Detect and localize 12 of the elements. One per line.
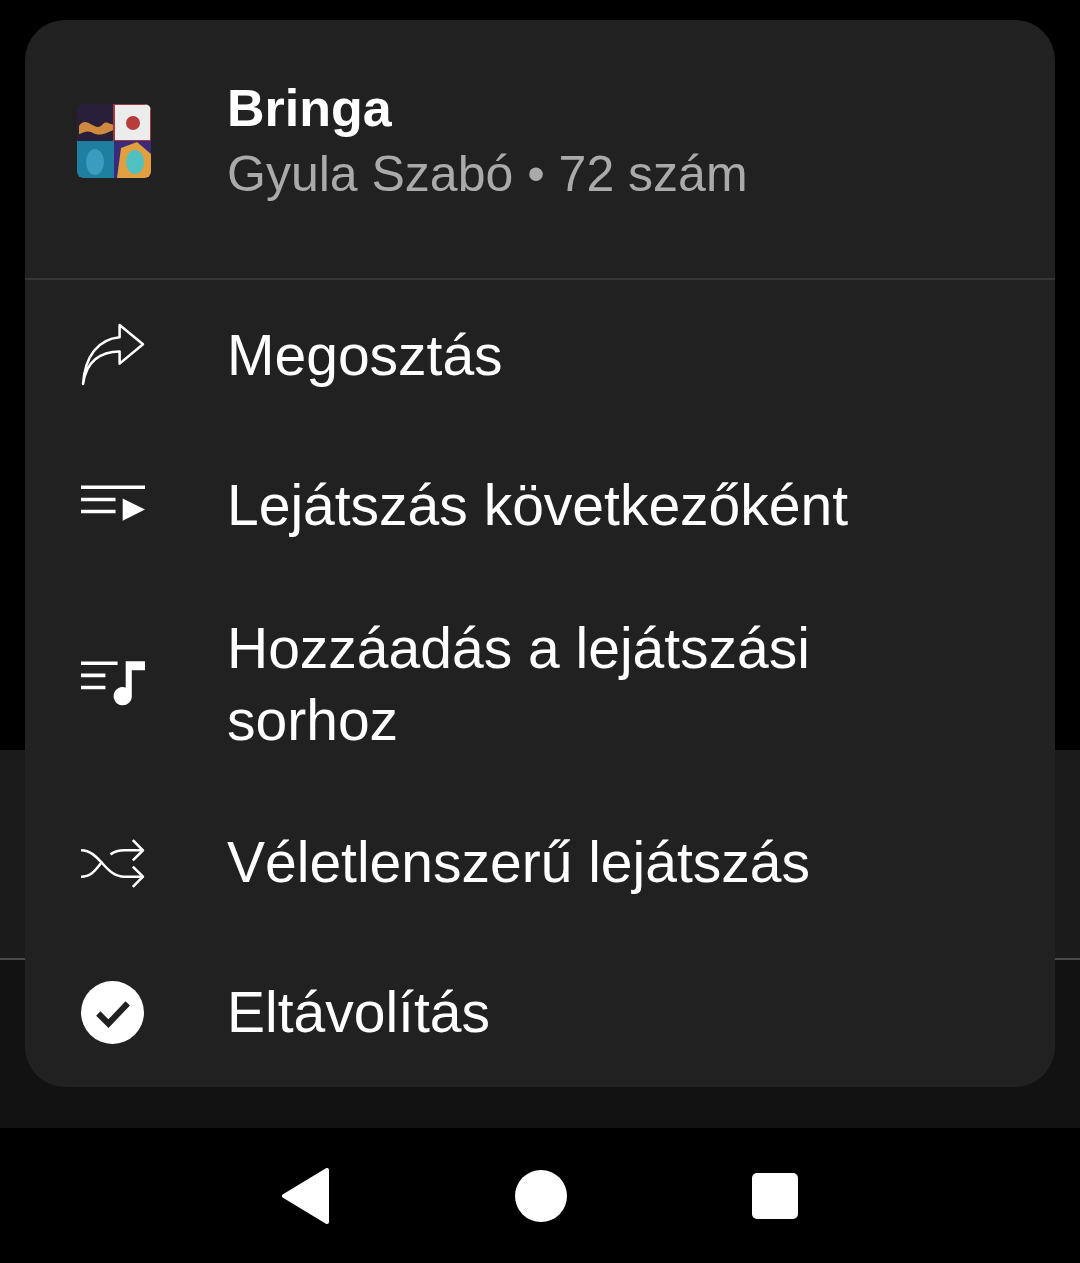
menu-item[interactable]: Hozzáadás a lejátszási sorhoz: [227, 611, 967, 756]
recents-icon[interactable]: [750, 1171, 799, 1220]
menu-item[interactable]: Megosztás: [227, 319, 503, 391]
back-icon[interactable]: [281, 1167, 332, 1224]
menu-item[interactable]: Véletlenszerű lejátszás: [227, 826, 810, 898]
home-icon[interactable]: [514, 1168, 568, 1223]
menu-item[interactable]: Eltávolítás: [227, 976, 490, 1048]
playlist-title: Bringa: [227, 78, 393, 138]
check-circle-icon: [80, 979, 145, 1045]
menu-item[interactable]: Lejátszás következőként: [227, 469, 849, 541]
playlist-subtitle: Gyula Szabó • 72 szám: [227, 145, 748, 204]
share-icon: [80, 322, 145, 388]
